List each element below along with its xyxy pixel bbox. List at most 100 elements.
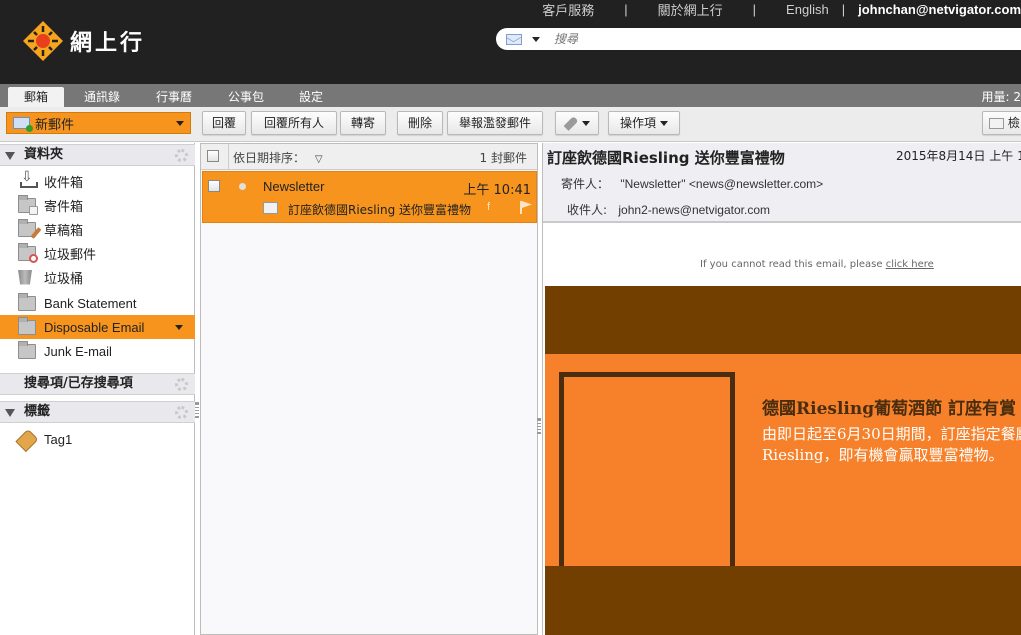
trash-icon [18, 269, 32, 285]
gear-icon[interactable] [175, 149, 188, 162]
message-list: 依日期排序： ▽ 1 封郵件 Newsletter 上午 10:41 訂座飲德國… [200, 143, 538, 635]
sidebar-item-bank-statement[interactable]: Bank Statement [0, 291, 195, 315]
tab-contacts[interactable]: 通訊錄 [72, 87, 132, 107]
folder-label: Junk E-mail [44, 343, 112, 359]
folders-title: 資料夾 [24, 147, 64, 162]
mail-icon [989, 118, 1004, 129]
to-value[interactable]: john2-news@netvigator.com [618, 203, 770, 217]
list-resize-handle[interactable] [537, 418, 541, 434]
promo-panel: 德國Riesling葡萄酒節 訂座有賞 由即日起至6月30日期間，訂座指定餐廳品… [545, 354, 1021, 575]
reply-button[interactable]: 回覆 [202, 111, 246, 135]
envelope-open-icon [263, 202, 278, 214]
folder-icon [18, 316, 36, 335]
actions-menu-button[interactable]: 操作項 [608, 111, 680, 135]
sidebar-item-drafts[interactable]: 草稿箱 [0, 217, 195, 241]
chevron-down-icon[interactable] [176, 121, 184, 126]
delete-button[interactable]: 刪除 [397, 111, 443, 135]
tag-label: Tag1 [44, 431, 73, 447]
folders-section-header[interactable]: 資料夾 [0, 144, 195, 166]
from-row: 寄件人： "Newsletter" <news@newsletter.com> [561, 175, 823, 192]
tag-menu-button[interactable] [555, 111, 599, 135]
chevron-down-icon [582, 121, 590, 126]
collapse-triangle-icon[interactable] [5, 152, 15, 160]
user-email[interactable]: johnchan@netvigator.com [858, 2, 1021, 17]
message-subject: 訂座飲德國Riesling 送你豐富禮物 [288, 203, 472, 217]
sort-label: 依日期排序： [233, 151, 306, 165]
main-nav: 郵箱 通訊錄 行事曆 公事包 設定 用量: 2 [0, 84, 1021, 107]
sort-by-date-button[interactable]: 依日期排序： ▽ [233, 149, 323, 166]
about-link[interactable]: 關於網上行 [658, 0, 723, 19]
promo-image-placeholder[interactable] [559, 372, 735, 575]
folder-icon [18, 292, 36, 311]
folder-icon [18, 340, 36, 359]
report-spam-button[interactable]: 舉報濫發郵件 [447, 111, 543, 135]
sort-direction-icon[interactable]: ▽ [315, 154, 323, 165]
select-all-checkbox[interactable] [207, 150, 219, 162]
customer-service-link[interactable]: 客戶服務 [542, 0, 594, 19]
message-checkbox[interactable] [208, 180, 220, 192]
sidebar-item-junk-email[interactable]: Junk E-mail [0, 339, 195, 363]
mail-scope-icon[interactable] [506, 33, 522, 45]
brand-name: 網上行 [70, 31, 146, 56]
separator: | [624, 1, 628, 17]
app-header: 網上行 客戶服務 | 關於網上行 | English | johnchan@ne… [0, 0, 1021, 84]
tab-mail[interactable]: 郵箱 [8, 87, 64, 107]
searches-title: 搜尋項/已存搜尋項 [24, 376, 133, 391]
sidebar-item-tag1[interactable]: Tag1 [0, 427, 195, 452]
divider [228, 144, 229, 169]
from-value[interactable]: "Newsletter" <news@newsletter.com> [620, 177, 823, 191]
gear-icon[interactable] [175, 378, 188, 391]
message-row[interactable]: Newsletter 上午 10:41 訂座飲德國Riesling 送你豐富禮物… [202, 171, 537, 223]
sidebar-resize-handle[interactable] [195, 402, 199, 418]
folder-label: 垃圾郵件 [44, 247, 97, 263]
banner-bottom-band [545, 566, 1021, 635]
chevron-down-icon [660, 121, 668, 126]
tags-title: 標籤 [24, 404, 51, 419]
chevron-down-icon[interactable] [532, 36, 540, 42]
spam-folder-icon [18, 242, 38, 263]
mail-toolbar: 新郵件 回覆 回覆所有人 轉寄 刪除 舉報濫發郵件 操作項 檢 [0, 107, 1021, 142]
tab-briefcase[interactable]: 公事包 [216, 87, 276, 107]
folder-label: Disposable Email [44, 319, 145, 335]
collapse-triangle-icon[interactable] [5, 409, 15, 417]
sidebar-item-trash[interactable]: 垃圾桶 [0, 265, 195, 289]
search-bar [496, 28, 1021, 50]
flag-icon[interactable] [520, 201, 522, 214]
click-here-link[interactable]: click here [886, 259, 934, 270]
separator: | [752, 1, 757, 17]
read-status-dot-icon[interactable] [239, 183, 246, 190]
brand-logo[interactable]: 網上行 [22, 20, 145, 62]
promo-text: 由即日起至6月30日期間，訂座指定餐廳品嚐Riesling，即有機會贏取豐富禮物… [762, 425, 1021, 464]
message-count: 1 封郵件 [479, 151, 527, 165]
language-link[interactable]: English [786, 2, 829, 17]
view-button[interactable]: 檢 [982, 111, 1021, 135]
notice-text: If you cannot read this email, please [700, 259, 886, 270]
gear-icon[interactable] [175, 406, 188, 419]
sidebar-item-sent[interactable]: 寄件箱 [0, 193, 195, 217]
facebook-icon[interactable]: f [487, 201, 490, 213]
sidebar-item-disposable-email[interactable]: Disposable Email [0, 315, 195, 339]
message-list-header: 依日期排序： ▽ 1 封郵件 [201, 144, 537, 170]
sidebar-item-spam[interactable]: 垃圾郵件 [0, 241, 195, 265]
inbox-icon [18, 169, 38, 189]
view-online-notice: If you cannot read this email, please cl… [700, 259, 934, 270]
sidebar-item-inbox[interactable]: 收件箱 [0, 169, 195, 193]
folder-label: 垃圾桶 [44, 271, 84, 287]
new-mail-button[interactable]: 新郵件 [6, 112, 191, 134]
tab-calendar[interactable]: 行事曆 [144, 87, 204, 107]
banner-top-band [545, 286, 1021, 354]
folder-label: Bank Statement [44, 295, 137, 311]
chevron-down-icon[interactable] [175, 325, 183, 330]
reply-all-button[interactable]: 回覆所有人 [251, 111, 337, 135]
tab-settings[interactable]: 設定 [286, 87, 336, 107]
drafts-folder-icon [18, 218, 42, 239]
forward-button[interactable]: 轉寄 [340, 111, 386, 135]
promo-title: 德國Riesling葡萄酒節 訂座有賞 [762, 399, 1017, 419]
tag-icon [15, 428, 39, 452]
searches-section-header[interactable]: 搜尋項/已存搜尋項 [0, 373, 195, 395]
search-input[interactable] [554, 32, 954, 46]
tags-section-header[interactable]: 標籤 [0, 401, 195, 423]
actions-label: 操作項 [619, 116, 656, 130]
message-sender: Newsletter [263, 179, 325, 194]
folder-sidebar: 資料夾 收件箱 寄件箱 草稿箱 垃圾郵件 垃圾桶 Bank Statement … [0, 143, 195, 635]
